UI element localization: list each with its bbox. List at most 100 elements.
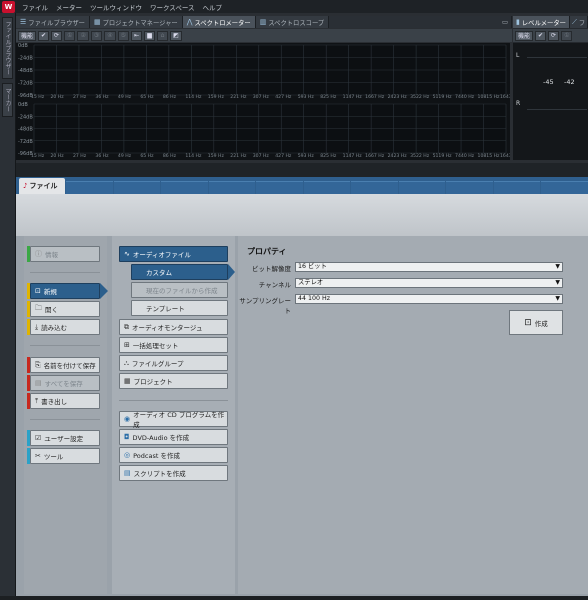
- menu-meter[interactable]: メーター: [52, 2, 86, 12]
- panel-menu-icon: ▭: [502, 18, 508, 26]
- menu-tool-window[interactable]: ツールウィンドウ: [86, 2, 146, 12]
- type-audio-cd[interactable]: ◉ オーディオ CD プログラムを作成: [119, 411, 228, 429]
- type-script[interactable]: ▤ スクリプトを作成: [119, 465, 228, 481]
- folder-icon[interactable]: ▆: [144, 30, 156, 41]
- nav-label: 開く: [45, 306, 58, 314]
- freq-tick-label: 427 Hz: [275, 153, 292, 159]
- bit-depth-select[interactable]: 16 ビット ▼: [295, 262, 563, 272]
- nav-label: 名前を付けて保存: [43, 362, 96, 370]
- freq-tick-label: 593 Hz: [298, 94, 315, 100]
- vtab-marker[interactable]: マーカー: [2, 83, 13, 117]
- freq-tick-label: 593 Hz: [298, 153, 315, 159]
- circle-4-icon[interactable]: ④: [104, 30, 116, 41]
- type-label: 一括処理セット: [132, 342, 179, 350]
- menu-workspace[interactable]: ワークスペース: [146, 2, 199, 12]
- cyan-accent-bar: [27, 448, 30, 464]
- check-icon[interactable]: ✔: [38, 30, 50, 41]
- menu-file[interactable]: ファイル: [18, 2, 52, 12]
- nav-save-as[interactable]: ⎘ 名前を付けて保存: [27, 357, 100, 373]
- type-batch[interactable]: ⊞ 一括処理セット: [119, 337, 228, 353]
- freq-tick-label: 2423 Hz: [388, 94, 408, 100]
- freq-tick-label: 825 Hz: [320, 94, 337, 100]
- header-segment: [398, 181, 446, 194]
- nav-label: 読み込む: [41, 324, 68, 332]
- nav-save-all[interactable]: ▤ すべてを保存: [27, 375, 100, 391]
- preferences-icon: ☑: [35, 434, 42, 442]
- type-podcast[interactable]: ◎ Podcast を作成: [119, 447, 228, 463]
- tools-icon: ✂: [35, 452, 41, 460]
- panel-menu-button[interactable]: ▭: [499, 16, 512, 28]
- refresh-icon[interactable]: ⟳: [548, 30, 560, 41]
- circle-2-icon[interactable]: ②: [77, 30, 89, 41]
- freq-tick-label: 7440 Hz: [455, 153, 475, 159]
- level-meter-tab-bar: ▮ レベルメーター ⟋ フ: [513, 16, 588, 28]
- freq-tick-label: 1147 Hz: [343, 94, 363, 100]
- red-accent-bar: [27, 375, 30, 391]
- freq-tick-label: 3522 Hz: [410, 94, 430, 100]
- channel-select[interactable]: ステレオ ▼: [295, 278, 563, 288]
- lock-icon[interactable]: ⌂: [157, 30, 169, 41]
- nav-preferences[interactable]: ☑ ユーザー設定: [27, 430, 100, 446]
- nav-new[interactable]: ⊡ 新規: [27, 283, 100, 299]
- spectrum-display: 0dB -24dB -48dB -72dB -96dB 15 Hz 20 Hz 27 Hz 36…: [16, 43, 523, 160]
- function-menu-button[interactable]: 機能: [18, 30, 37, 41]
- type-project[interactable]: ▦ プロジェクト: [119, 373, 228, 389]
- selection-arrow: [228, 264, 235, 280]
- cyan-accent-bar: [27, 430, 30, 446]
- type-file-group[interactable]: ⛬ ファイルグループ: [119, 355, 228, 371]
- freq-tick-label: 427 Hz: [275, 94, 292, 100]
- freq-tick-label: 20 Hz: [50, 153, 64, 159]
- properties-title: プロパティ: [247, 247, 287, 256]
- tab-spectroscope[interactable]: ▥ スペクトロスコープ: [255, 16, 330, 28]
- subtype-template[interactable]: テンプレート: [131, 300, 228, 316]
- create-button[interactable]: ⊡ 作成: [509, 310, 563, 335]
- nav-import[interactable]: ⤓ 読み込む: [27, 319, 100, 335]
- nav-open[interactable]: 🗀 開く: [27, 301, 100, 317]
- nav-tools[interactable]: ✂ ツール: [27, 448, 100, 464]
- header-segment: [493, 181, 541, 194]
- type-dvd-audio[interactable]: ◘ DVD-Audio を作成: [119, 429, 228, 445]
- nav-export[interactable]: ⤒ 書き出し: [27, 393, 100, 409]
- freq-tick-label: 16436 Hz: [500, 94, 510, 100]
- tab-spectrometer[interactable]: ⋀ スペクトロメーター: [182, 16, 256, 28]
- y-tick-label: 0dB: [18, 43, 28, 49]
- subtype-custom[interactable]: カスタム: [131, 264, 228, 280]
- circle-1-icon[interactable]: ①: [64, 30, 76, 41]
- freq-tick-label: 221 Hz: [230, 94, 247, 100]
- function-menu-button[interactable]: 機能: [515, 30, 534, 41]
- vtab-file-browser[interactable]: ファイルブラウザー: [2, 17, 13, 79]
- batch-icon: ⊞: [124, 341, 130, 349]
- circle-3-icon[interactable]: ③: [90, 30, 103, 41]
- type-audio-file[interactable]: ∿ オーディオファイル: [119, 246, 228, 262]
- nav-info[interactable]: ⓘ 情報: [27, 246, 100, 262]
- meter-value-left: -45: [543, 78, 554, 86]
- subtype-from-current[interactable]: 現在のファイルから作成: [131, 282, 228, 298]
- bit-depth-label: ビット解像度: [252, 265, 291, 273]
- file-tab-label: ファイル: [29, 182, 58, 190]
- tab-other[interactable]: ⟋ フ: [569, 16, 588, 28]
- type-audio-montage[interactable]: ⧉ オーディオモンタージュ: [119, 319, 228, 335]
- circle-1-icon[interactable]: ①: [561, 30, 573, 41]
- dropdown-arrow-icon: ▼: [555, 279, 560, 286]
- refresh-icon[interactable]: ⟳: [51, 30, 63, 41]
- level-meter-toolbar: 機能 ✔ ⟳ ①: [513, 29, 588, 42]
- tab-file-browser[interactable]: ☰ ファイルブラウザー: [16, 16, 90, 28]
- sample-rate-select[interactable]: 44 100 Hz ▼: [295, 294, 563, 304]
- yellow-accent-bar: [27, 319, 30, 335]
- go-start-icon[interactable]: ⇤: [131, 30, 143, 41]
- file-tab[interactable]: ♪ ファイル: [19, 178, 65, 194]
- header-segment: [351, 181, 398, 194]
- type-label: オーディオファイル: [132, 251, 191, 259]
- cd-icon: ◉: [124, 415, 131, 423]
- circle-5-icon[interactable]: ⑤: [117, 30, 130, 41]
- check-icon[interactable]: ✔: [535, 30, 547, 41]
- freq-tick-label: 825 Hz: [320, 153, 337, 159]
- image-icon[interactable]: ◩: [170, 30, 182, 41]
- tab-project-manager[interactable]: ▦ プロジェクトマネージャー: [89, 16, 183, 28]
- header-segment: [113, 181, 161, 194]
- freq-tick-label: 65 Hz: [140, 94, 154, 100]
- y-tick-label: -24dB: [18, 56, 33, 62]
- tab-level-meter[interactable]: ▮ レベルメーター: [513, 16, 570, 28]
- spectrum-toolbar: 機能 ✔ ⟳ ① ② ③ ④ ⑤ ⇤ ▆ ⌂ ◩: [16, 29, 512, 42]
- menu-help[interactable]: ヘルプ: [199, 2, 227, 12]
